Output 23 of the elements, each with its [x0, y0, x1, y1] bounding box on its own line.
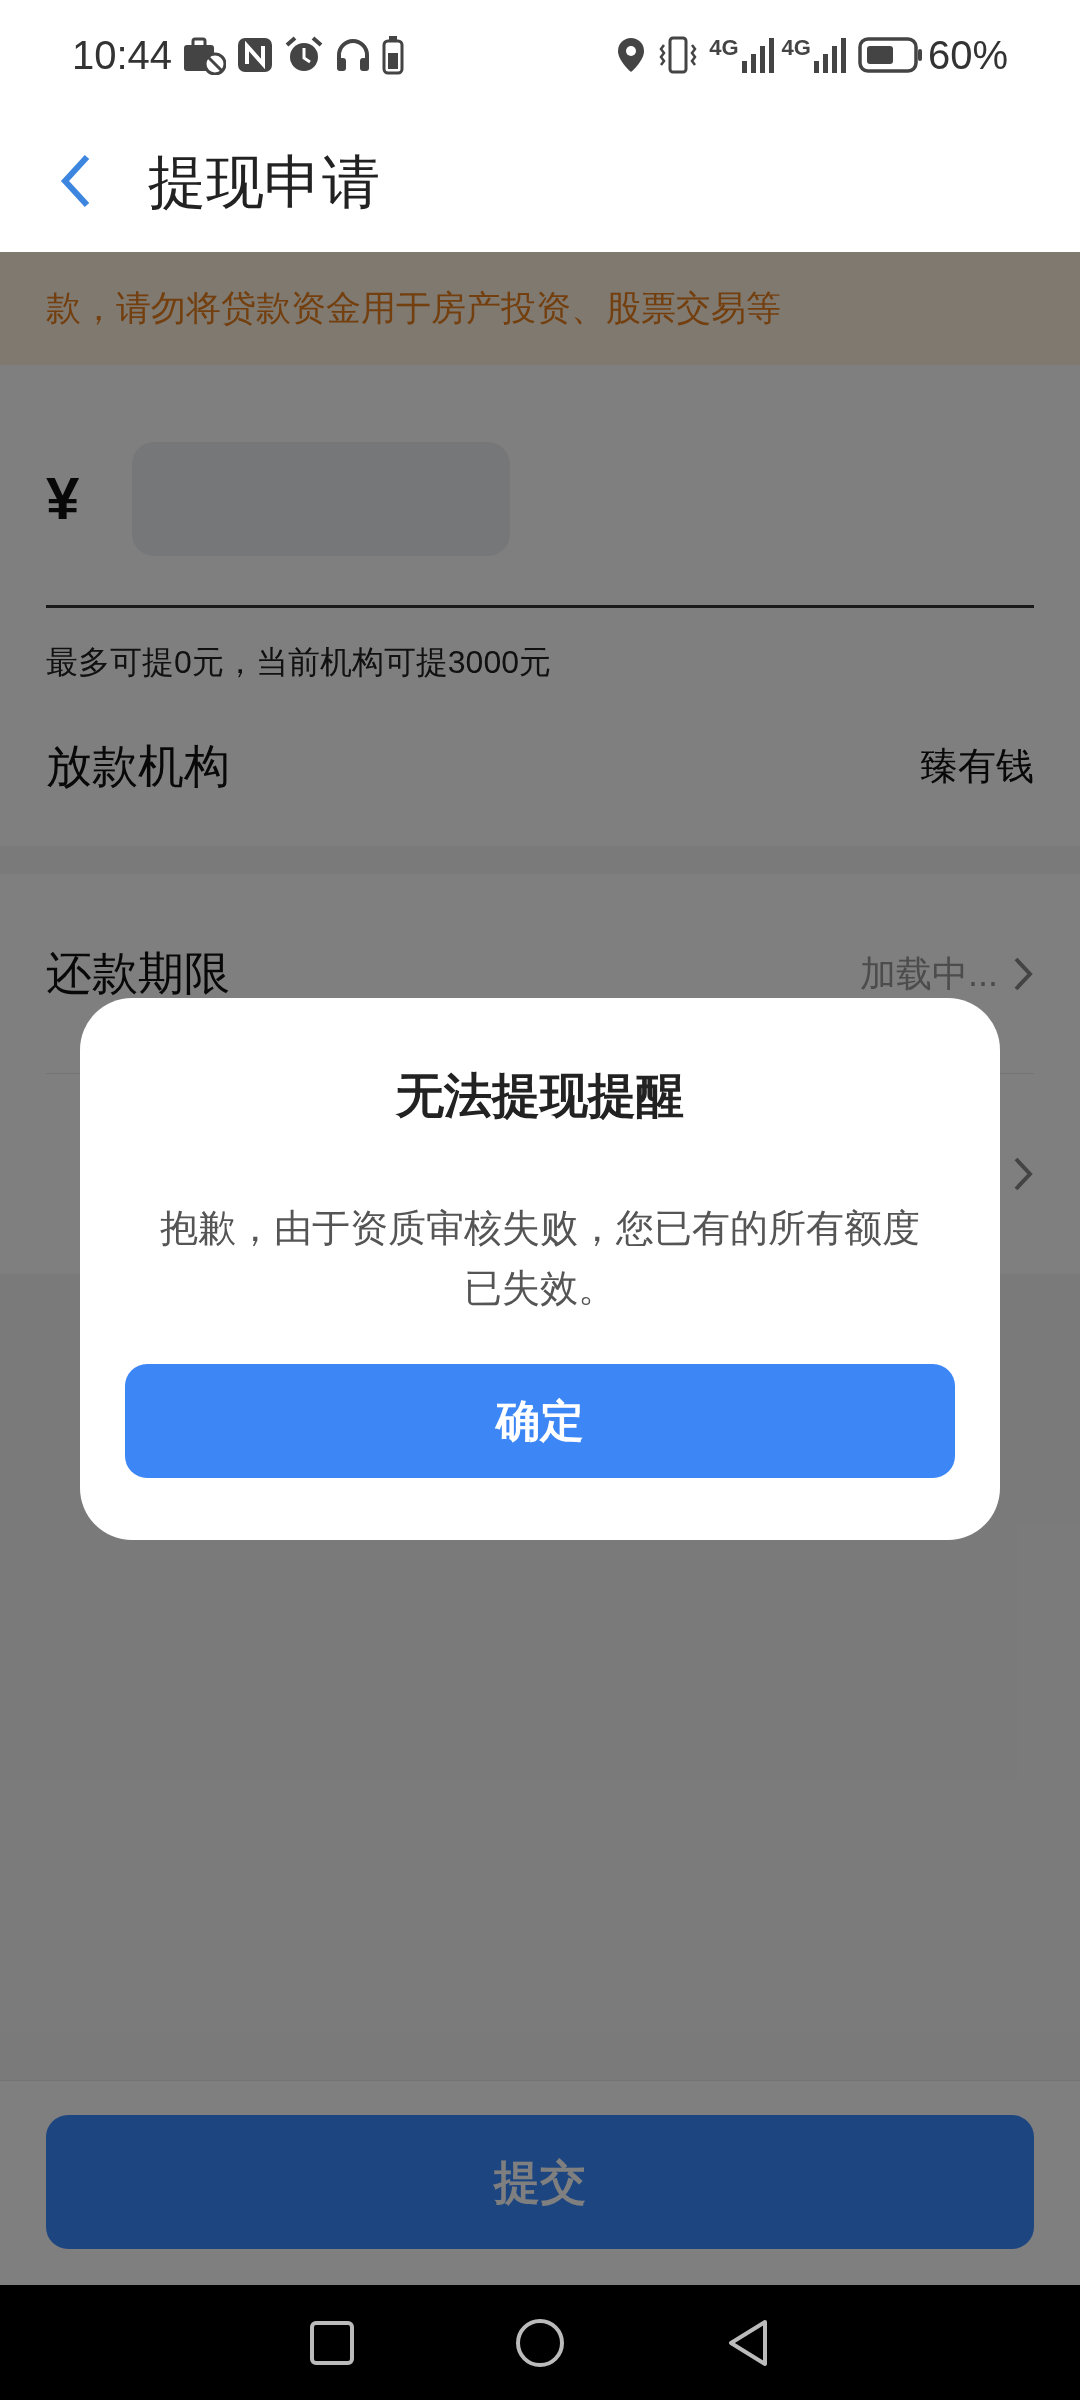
- nfc-icon: [236, 36, 275, 74]
- confirm-button[interactable]: 确定: [125, 1364, 955, 1478]
- currency-symbol: ¥: [46, 464, 81, 534]
- status-time: 10:44: [72, 32, 173, 79]
- page-title: 提现申请: [148, 147, 380, 216]
- battery-icon: [382, 35, 405, 75]
- submit-button[interactable]: 提交: [46, 2115, 1034, 2249]
- dialog-message: 抱歉，由于资质审核失败，您已有的所有额度已失效。: [159, 1206, 921, 1311]
- signal-icon: [741, 37, 776, 73]
- row-label: 还款期限: [46, 946, 230, 1001]
- network-type-label: 4G: [781, 37, 811, 59]
- recents-button[interactable]: [309, 2319, 355, 2366]
- notice-text: 款，请勿将贷款资金用于房产投资、股票交易等: [46, 287, 781, 330]
- home-button[interactable]: [515, 2317, 565, 2368]
- withdraw-limit-hint: 最多可提0元，当前机构可提3000元: [46, 643, 552, 682]
- battery-percent: 60%: [927, 32, 1008, 79]
- dialog-title: 无法提现提醒: [396, 1068, 684, 1124]
- network-type-label: 4G: [709, 37, 739, 59]
- briefcase-icon: [182, 35, 227, 75]
- lender-label: 放款机构: [46, 738, 230, 794]
- signal-icon: [813, 37, 848, 73]
- lender-value: 臻有钱: [920, 743, 1034, 789]
- battery-icon: [857, 36, 924, 74]
